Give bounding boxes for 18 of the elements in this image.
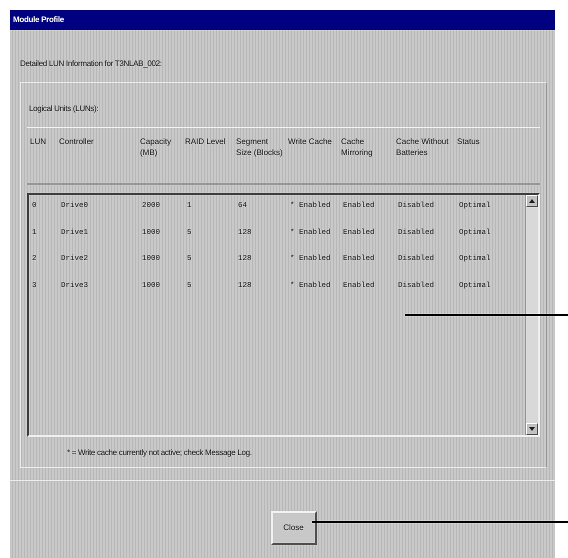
column-header: Segment Size (Blocks) <box>236 136 284 158</box>
column-header: Capacity (MB) <box>140 136 172 158</box>
column-header: Cache Mirroring <box>341 136 374 158</box>
up-arrow-icon <box>529 199 535 203</box>
scroll-up-button[interactable] <box>526 195 538 207</box>
window-title: Module Profile <box>10 10 555 30</box>
down-arrow-icon <box>529 427 535 431</box>
column-header: Cache Without Batteries <box>396 136 450 158</box>
group-label: Logical Units (LUNs): <box>28 103 100 115</box>
column-header: LUN <box>30 136 48 148</box>
column-header: Status <box>457 136 481 148</box>
heading-text: Detailed LUN Information for T3NLAB_002: <box>19 58 163 70</box>
footnote-text: * = Write cache currently not active; check Message Log. <box>67 447 252 459</box>
column-header: Controller <box>59 136 95 148</box>
scroll-down-button[interactable] <box>526 423 538 435</box>
close-button[interactable]: Close <box>270 511 316 545</box>
column-header: RAID Level <box>185 136 226 148</box>
column-header: Write Cache <box>288 136 333 148</box>
